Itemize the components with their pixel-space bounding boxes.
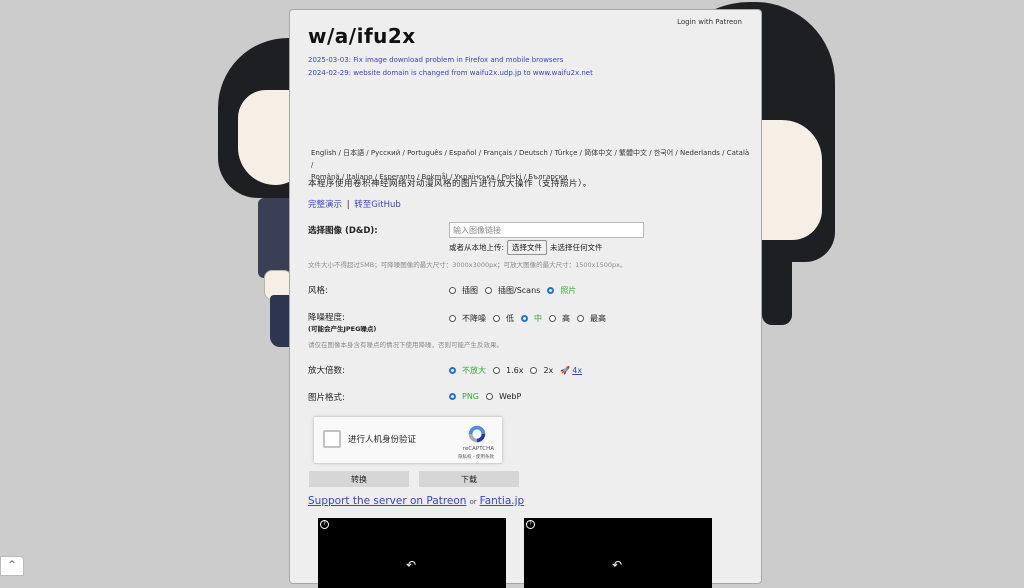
radio-button[interactable] xyxy=(577,315,584,322)
github-link[interactable]: 转至GitHub xyxy=(354,200,400,210)
local-upload-label: 或者从本地上传: xyxy=(449,243,505,252)
option-label: 插图 xyxy=(462,286,478,295)
option-label: WebP xyxy=(499,392,522,401)
download-button[interactable]: 下载 xyxy=(419,471,519,487)
style-option-illustration[interactable]: 插图 xyxy=(449,285,478,296)
format-option-png[interactable]: PNG xyxy=(449,392,479,401)
rocket-icon: 🚀 xyxy=(560,366,571,375)
option-label: 中 xyxy=(534,314,542,323)
captcha-checkbox[interactable] xyxy=(323,430,341,448)
fantia-link[interactable]: Fantia.jp xyxy=(480,495,525,507)
option-label: 高 xyxy=(562,314,570,323)
site-logo[interactable]: w/a/ifu2x xyxy=(308,24,416,48)
option-label: PNG xyxy=(462,392,480,401)
image-input-label: 选择图像 (D&D): xyxy=(308,226,378,236)
option-label: 1.6x xyxy=(506,366,524,375)
radio-button[interactable] xyxy=(547,287,555,294)
radio-button[interactable] xyxy=(449,287,456,294)
radio-button[interactable] xyxy=(521,315,528,322)
login-patreon-link[interactable]: Login with Patreon xyxy=(677,18,742,26)
captcha-terms[interactable]: 隐私权 - 使用条款 xyxy=(458,454,494,460)
background-character-shoulder-right xyxy=(762,245,792,325)
choose-file-button[interactable]: 选择文件 xyxy=(507,240,548,255)
noise-option-medium[interactable]: 中 xyxy=(521,313,542,324)
demo-link[interactable]: 完整演示 xyxy=(308,200,342,210)
noise-label: 降噪程度: xyxy=(308,313,345,323)
language-links-line[interactable]: English / 日本語 / Русский / Português / Es… xyxy=(311,147,751,171)
radio-button[interactable] xyxy=(449,315,456,322)
news-item[interactable]: 2024-02-29: website domain is changed fr… xyxy=(308,69,593,77)
site-description: 本程序使用卷积神经网络对动漫风格的图片进行放大操作（支持照片）。 xyxy=(308,179,592,189)
noise-option-high[interactable]: 高 xyxy=(549,313,570,324)
image-url-input[interactable] xyxy=(449,222,644,238)
support-line: Support the server on Patreon or Fantia.jp xyxy=(308,495,524,507)
radio-button[interactable] xyxy=(493,315,500,322)
scale-option-4x[interactable]: 🚀 4x xyxy=(560,366,582,375)
noise-options: 不降噪 低 中 高 最高 xyxy=(449,313,613,324)
top-links: 完整演示 | 转至GitHub xyxy=(308,198,401,210)
no-file-text: 未选择任何文件 xyxy=(550,243,603,252)
scale-option-none[interactable]: 不放大 xyxy=(449,365,486,376)
link-separator: | xyxy=(346,200,350,210)
help-icon[interactable]: ? xyxy=(526,520,535,529)
scale-option-1-6x[interactable]: 1.6x xyxy=(493,366,523,375)
patreon-support-link[interactable]: Support the server on Patreon xyxy=(308,495,466,507)
captcha-brand: reCAPTCHA xyxy=(462,446,494,452)
convert-button[interactable]: 转换 xyxy=(309,471,409,487)
option-label: 不放大 xyxy=(462,366,486,375)
scale-option-2x[interactable]: 2x xyxy=(530,366,553,375)
local-upload-row: 或者从本地上传: 选择文件 未选择任何文件 xyxy=(449,240,603,255)
preview-panel-right: ? ↶ xyxy=(524,518,712,588)
option-label: 照片 xyxy=(560,286,577,295)
style-options: 插图 插图/Scans 照片 xyxy=(449,285,583,296)
file-limit-hint: 文件大小不得超过5MB；可降噪图像的最大尺寸：3000x3000px；可放大图像… xyxy=(308,261,627,269)
news-item[interactable]: 2025-03-03: Fix image download problem i… xyxy=(308,56,563,64)
radio-button[interactable] xyxy=(449,393,456,400)
scroll-up-icon[interactable]: ^ xyxy=(0,556,24,576)
radio-button[interactable] xyxy=(549,315,556,322)
format-option-webp[interactable]: WebP xyxy=(486,392,521,401)
background-character-face-right xyxy=(752,120,822,240)
undo-icon[interactable]: ↶ xyxy=(612,558,622,572)
captcha-label: 进行人机身份验证 xyxy=(348,435,417,445)
option-label: 最高 xyxy=(590,314,606,323)
main-panel: Login with Patreon w/a/ifu2x 2025-03-03:… xyxy=(289,9,762,588)
recaptcha-icon xyxy=(468,425,486,443)
scale-label: 放大倍数: xyxy=(308,366,345,376)
noise-option-none[interactable]: 不降噪 xyxy=(449,313,486,324)
format-label: 图片格式: xyxy=(308,393,345,403)
noise-option-highest[interactable]: 最高 xyxy=(577,313,606,324)
radio-button[interactable] xyxy=(486,393,494,400)
style-option-photo[interactable]: 照片 xyxy=(547,285,576,296)
help-icon[interactable]: ? xyxy=(320,520,329,529)
scale-4x-link[interactable]: 4x xyxy=(572,366,582,375)
format-options: PNG WebP xyxy=(449,392,528,401)
support-or: or xyxy=(469,498,477,506)
recaptcha-widget: 进行人机身份验证 reCAPTCHA 隐私权 - 使用条款 xyxy=(313,416,503,464)
radio-button[interactable] xyxy=(493,367,500,374)
radio-button[interactable] xyxy=(449,367,456,374)
option-label: 低 xyxy=(506,314,514,323)
style-label: 风格: xyxy=(308,286,328,296)
preview-panel-left: ? ↶ xyxy=(318,518,506,588)
scale-options: 不放大 1.6x 2x 🚀 4x xyxy=(449,365,589,376)
noise-option-low[interactable]: 低 xyxy=(493,313,514,324)
radio-button[interactable] xyxy=(530,367,538,374)
option-label: 不降噪 xyxy=(462,314,486,323)
option-label: 2x xyxy=(543,366,554,375)
noise-sublabel: (可能会产生JPEG噪点) xyxy=(308,325,377,333)
radio-button[interactable] xyxy=(485,287,492,294)
style-option-scans[interactable]: 插图/Scans xyxy=(485,285,540,296)
noise-hint: 请仅在图像本身含有噪点的情况下使用降噪，否则可能产生反效果。 xyxy=(308,341,503,349)
option-label: 插图/Scans xyxy=(498,286,541,295)
undo-icon[interactable]: ↶ xyxy=(406,558,416,572)
